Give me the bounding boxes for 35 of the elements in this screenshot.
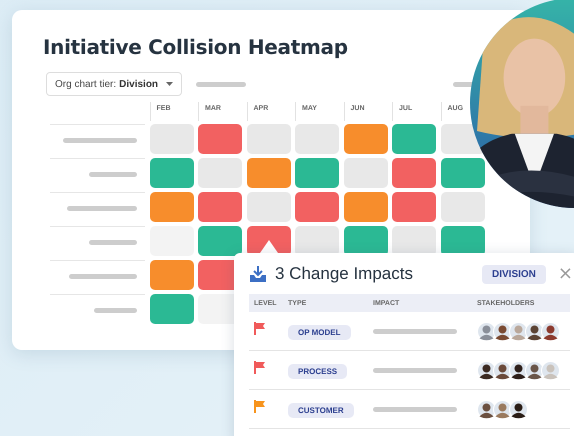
heatmap-cell[interactable] <box>392 226 436 256</box>
heatmap-cell[interactable] <box>392 124 436 154</box>
heatmap-cell[interactable] <box>295 192 339 222</box>
heatmap-cell[interactable] <box>198 124 242 154</box>
placeholder-bar <box>67 206 137 210</box>
placeholder-bar <box>89 240 137 244</box>
heatmap-cell[interactable] <box>295 158 339 188</box>
heatmap-cell[interactable] <box>344 226 388 256</box>
heatmap-cell[interactable] <box>150 158 194 188</box>
heatmap-cell[interactable] <box>295 226 339 256</box>
type-tag: PROCESS <box>288 364 348 379</box>
heatmap-cell[interactable] <box>150 192 194 222</box>
heatmap-cell[interactable] <box>344 124 388 154</box>
type-tag: CUSTOMER <box>288 403 354 418</box>
heatmap-cell[interactable] <box>246 158 290 188</box>
popup-title: 3 Change Impacts <box>275 264 413 284</box>
heatmap-cell[interactable] <box>150 294 194 324</box>
heatmap-cell[interactable] <box>344 192 388 222</box>
placeholder-bar <box>196 82 246 86</box>
placeholder-bar <box>94 308 137 312</box>
caret-icon <box>166 82 173 86</box>
placeholder-bar <box>69 274 137 278</box>
heatmap-cell[interactable] <box>198 226 242 256</box>
heatmap-cell[interactable] <box>392 158 436 188</box>
heatmap-cell[interactable] <box>392 192 436 222</box>
type-tag: OP MODEL <box>288 325 351 340</box>
placeholder-bar <box>89 172 137 176</box>
heatmap-cell[interactable] <box>440 226 484 256</box>
heatmap-title: Initiative Collision Heatmap <box>43 34 349 60</box>
heatmap-cell[interactable] <box>198 192 242 222</box>
org-tier-dropdown[interactable]: Org chart tier: Division <box>46 72 182 96</box>
heatmap-cell[interactable] <box>150 260 194 290</box>
download-icon <box>249 265 267 283</box>
division-badge: DIVISION <box>482 264 546 284</box>
heatmap-cell[interactable] <box>440 158 484 188</box>
